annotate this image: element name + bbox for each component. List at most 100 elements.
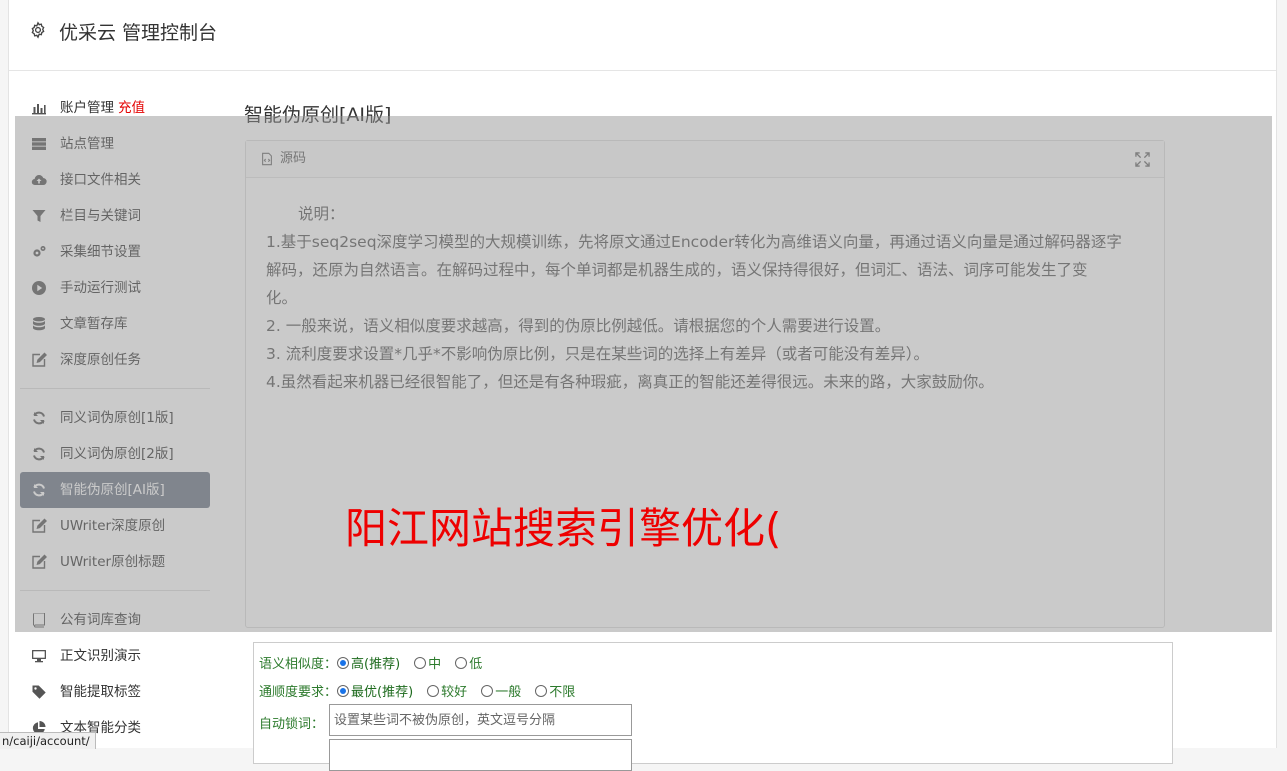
watermark-text: 阳江网站搜索引擎优化( <box>345 504 782 553</box>
sidebar-item-label: 文章暂存库 <box>60 316 128 332</box>
edit-icon <box>31 352 47 368</box>
second-input[interactable] <box>329 739 632 771</box>
book-icon <box>31 612 47 628</box>
file-code-icon <box>262 152 272 166</box>
similarity-row: 语义相似度： 高(推荐) 中 低 <box>259 653 496 672</box>
sidebar-item-group1-7[interactable]: 深度原创任务 <box>20 342 210 378</box>
fluency-option-1[interactable]: 较好 <box>427 685 467 700</box>
top-bar: 优采云 管理控制台 <box>9 0 1276 71</box>
sidebar-group-tools: 公有词库查询 正文识别演示 智能提取标签 文本智能分类 <box>20 602 210 746</box>
sidebar-item-group3-2[interactable]: 智能提取标签 <box>20 674 210 710</box>
similarity-option-2[interactable]: 低 <box>455 657 482 672</box>
sidebar-item-group2-1[interactable]: 同义词伪原创[2版] <box>20 436 210 472</box>
sidebar-item-label: UWriter深度原创 <box>60 518 166 534</box>
panel-header-label: 源码 <box>280 151 307 166</box>
radio-button[interactable] <box>337 657 350 669</box>
similarity-option-0[interactable]: 高(推荐) <box>337 657 400 672</box>
radio-button[interactable] <box>481 685 494 697</box>
panel-text-line: 化。 <box>266 289 298 307</box>
sidebar-item-label: 智能提取标签 <box>60 684 141 700</box>
sidebar: 账户管理 充值站点管理接口文件相关 栏目与关键词 采集细节设置 手动运行测试 文章暂存库深… <box>20 90 210 746</box>
sidebar-item-label: UWriter原创标题 <box>60 554 166 570</box>
cloud-upload-icon <box>31 172 47 188</box>
radio-button[interactable] <box>427 685 440 697</box>
settings-form: 语义相似度： 高(推荐) 中 低 通顺度要求： 最优(推荐) 较好 一般 不限 自动锁词： 设… <box>253 642 1173 771</box>
panel-text-line: 2. 一般来说，语义相似度要求越高，得到的伪原比例越低。请根据您的个人需要进行设… <box>266 317 891 335</box>
sidebar-item-label: 站点管理 <box>60 136 114 152</box>
refresh-icon <box>31 446 47 462</box>
sidebar-item-label: 手动运行测试 <box>60 280 141 296</box>
server-icon <box>31 136 47 152</box>
sidebar-item-label: 栏目与关键词 <box>60 208 141 224</box>
fluency-option-2[interactable]: 一般 <box>481 685 521 700</box>
panel-text-line: 3. 流利度要求设置*几乎*不影响伪原比例，只是在某些词的选择上有差异（或者可能… <box>266 345 929 363</box>
fluency-option-label: 不限 <box>549 685 576 700</box>
similarity-option-label: 中 <box>428 657 442 672</box>
fluency-option-label: 一般 <box>495 685 522 700</box>
recharge-link[interactable]: 充值 <box>118 100 145 116</box>
sidebar-item-group1-5[interactable]: 手动运行测试 <box>20 270 210 306</box>
tag-icon <box>31 684 47 700</box>
similarity-option-1[interactable]: 中 <box>414 657 441 672</box>
sidebar-item-label: 深度原创任务 <box>60 352 141 368</box>
desktop-icon <box>31 648 47 664</box>
fluency-option-3[interactable]: 不限 <box>535 685 575 700</box>
fluency-row: 通顺度要求： 最优(推荐) 较好 一般 不限 <box>259 681 589 700</box>
radio-button[interactable] <box>337 685 350 697</box>
lock-label: 自动锁词： <box>259 717 325 732</box>
sidebar-item-group1-0[interactable]: 账户管理 充值 <box>20 90 210 126</box>
radio-button[interactable] <box>414 657 427 669</box>
panel-text-line: 4.虽然看起来机器已经很智能了，但还是有各种瑕疵，离真正的智能还差得很远。未来的… <box>266 373 994 391</box>
sidebar-item-group3-1[interactable]: 正文识别演示 <box>20 638 210 674</box>
sidebar-item-label: 智能伪原创[AI版] <box>60 482 165 498</box>
bar-chart-icon <box>31 100 47 116</box>
sidebar-item-group2-0[interactable]: 同义词伪原创[1版] <box>20 400 210 436</box>
radio-button[interactable] <box>535 685 548 697</box>
sidebar-item-group2-4[interactable]: UWriter原创标题 <box>20 544 210 580</box>
sidebar-divider <box>20 590 210 591</box>
page-title: 智能伪原创[AI版] <box>244 104 392 126</box>
sidebar-item-label: 正文识别演示 <box>60 648 141 664</box>
sidebar-item-label: 接口文件相关 <box>60 172 141 188</box>
fluency-option-label: 最优(推荐) <box>351 685 414 700</box>
fluency-label: 通顺度要求： <box>259 685 338 700</box>
refresh-icon <box>31 410 47 426</box>
fluency-option-0[interactable]: 最优(推荐) <box>337 685 413 700</box>
gears-icon <box>31 244 47 260</box>
panel-text-line: 说明： <box>298 205 345 223</box>
filter-icon <box>31 208 47 224</box>
sidebar-item-group2-2[interactable]: 智能伪原创[AI版] <box>20 472 210 508</box>
lock-row: 自动锁词： <box>259 713 324 732</box>
sidebar-item-group2-3[interactable]: UWriter深度原创 <box>20 508 210 544</box>
sidebar-item-group3-0[interactable]: 公有词库查询 <box>20 602 210 638</box>
app-title: 优采云 管理控制台 <box>59 22 218 44</box>
sidebar-item-group1-2[interactable]: 接口文件相关 <box>20 162 210 198</box>
sidebar-item-label: 公有词库查询 <box>60 612 141 628</box>
similarity-option-label: 低 <box>469 657 483 672</box>
sidebar-item-group1-1[interactable]: 站点管理 <box>20 126 210 162</box>
edit-icon <box>31 554 47 570</box>
database-icon <box>31 316 47 332</box>
sidebar-divider <box>20 388 210 389</box>
sidebar-item-label: 同义词伪原创[1版] <box>60 410 174 426</box>
panel-text-line: 解码，还原为自然语言。在解码过程中，每个单词都是机器生成的，语义保持得很好，但词… <box>266 261 1088 279</box>
sidebar-item-group1-3[interactable]: 栏目与关键词 <box>20 198 210 234</box>
sidebar-item-group1-6[interactable]: 文章暂存库 <box>20 306 210 342</box>
sidebar-group-rewrite: 同义词伪原创[1版] 同义词伪原创[2版] 智能伪原创[AI版] UWriter深度原… <box>20 400 210 580</box>
gear-icon <box>31 21 45 39</box>
sidebar-item-label: 账户管理 <box>60 100 114 116</box>
edit-icon <box>31 518 47 534</box>
status-url: n/caiji/account/ <box>0 732 96 749</box>
sidebar-group-main: 账户管理 充值站点管理接口文件相关 栏目与关键词 采集细节设置 手动运行测试 文章暂存库深… <box>20 90 210 378</box>
sidebar-item-label: 采集细节设置 <box>60 244 141 260</box>
radio-button[interactable] <box>455 657 468 669</box>
panel-text-line: 1.基于seq2seq深度学习模型的大规模训练，先将原文通过Encoder转化为… <box>266 233 1122 251</box>
expand-icon[interactable] <box>1135 152 1150 167</box>
similarity-label: 语义相似度： <box>259 657 338 672</box>
sidebar-item-label: 同义词伪原创[2版] <box>60 446 174 462</box>
lock-words-input[interactable]: 设置某些词不被伪原创，英文逗号分隔 <box>329 704 632 736</box>
refresh-icon <box>31 482 47 498</box>
sidebar-item-group1-4[interactable]: 采集细节设置 <box>20 234 210 270</box>
similarity-option-label: 高(推荐) <box>351 657 401 672</box>
source-textarea[interactable]: 说明： 1.基于seq2seq深度学习模型的大规模训练，先将原文通过Encoder… <box>246 178 1164 396</box>
